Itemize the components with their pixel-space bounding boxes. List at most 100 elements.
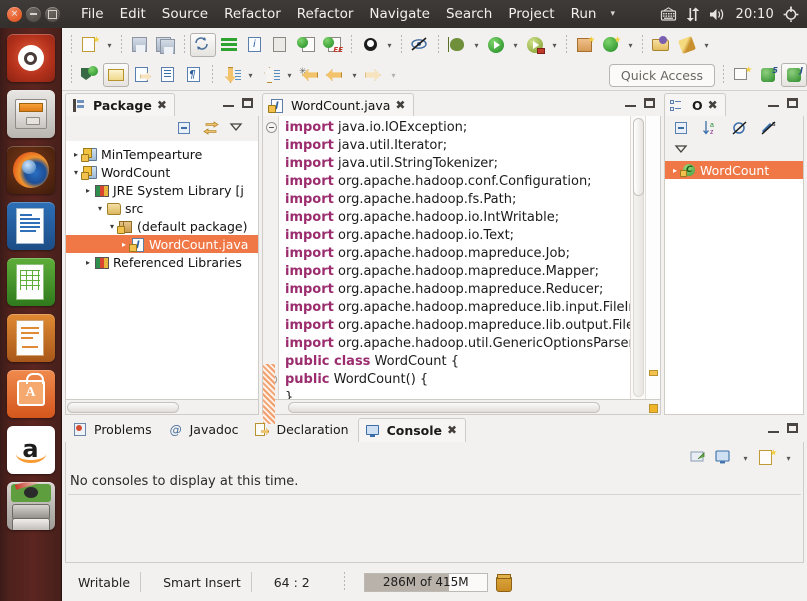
- scrollbar-thumb[interactable]: [288, 401, 600, 413]
- launcher-item-firefox[interactable]: [6, 146, 55, 194]
- maximize-icon[interactable]: [787, 97, 798, 108]
- collapse-all-icon[interactable]: [673, 120, 693, 138]
- run-icon[interactable]: [483, 33, 509, 57]
- editor-body[interactable]: import java.io.IOException; import java.…: [262, 116, 661, 424]
- fold-collapse-icon[interactable]: [266, 122, 277, 133]
- save-icon[interactable]: [127, 33, 153, 57]
- new-console-view-icon[interactable]: [757, 449, 777, 467]
- java-perspective-5-icon[interactable]: 5: [755, 63, 781, 87]
- open-declaration-icon[interactable]: [129, 63, 155, 87]
- next-annotation-icon[interactable]: [218, 63, 244, 87]
- chevron-down-icon[interactable]: ▾: [604, 7, 621, 21]
- tab-console[interactable]: Console ✖: [357, 418, 467, 442]
- expand-arrow-icon[interactable]: ▸: [82, 186, 94, 195]
- menu-navigate[interactable]: Navigate: [361, 4, 438, 24]
- scrollbar-thumb[interactable]: [633, 118, 644, 196]
- maximize-icon[interactable]: [644, 97, 655, 108]
- close-icon[interactable]: ✖: [157, 99, 167, 111]
- warning-marker[interactable]: [649, 404, 658, 413]
- menu-edit[interactable]: Edit: [112, 4, 154, 24]
- network-icon[interactable]: [686, 7, 700, 22]
- heap-status[interactable]: 286M of 415M: [363, 572, 488, 592]
- tree-item-wordcount[interactable]: ▾ WordCount: [66, 163, 258, 181]
- quick-access-label[interactable]: Quick Access: [608, 63, 715, 87]
- open-package-icon[interactable]: [648, 33, 674, 57]
- tab-outline[interactable]: O ✖: [664, 93, 726, 116]
- display-dropdown[interactable]: ▾: [739, 446, 752, 470]
- forward-icon[interactable]: [361, 63, 387, 87]
- run-config-icon[interactable]: [522, 33, 548, 57]
- quick-access[interactable]: Quick Access: [608, 63, 715, 87]
- new-class-dropdown[interactable]: ▾: [624, 33, 637, 57]
- open-console-icon[interactable]: [689, 449, 709, 467]
- package-explorer-tree[interactable]: ▸ MinTempearture ▾ WordCount ▸ JRE Syste…: [65, 141, 259, 400]
- new-wizard-dropdown[interactable]: ▾: [103, 33, 116, 57]
- new-console-dropdown[interactable]: ▾: [782, 446, 795, 470]
- menu-file[interactable]: File: [73, 4, 112, 24]
- link-with-editor-icon[interactable]: [202, 120, 222, 138]
- tree-item-referenced-libraries[interactable]: ▸ Referenced Libraries: [66, 253, 258, 271]
- save-all-icon[interactable]: [153, 33, 179, 57]
- tab-declaration[interactable]: Declaration: [247, 418, 357, 442]
- sort-icon[interactable]: az: [702, 120, 722, 138]
- clock[interactable]: 20:10: [736, 7, 774, 22]
- properties-icon[interactable]: [216, 33, 242, 57]
- editor-folding-ruler[interactable]: [263, 116, 279, 424]
- expand-arrow-icon[interactable]: ▾: [94, 204, 106, 213]
- launcher-item-libreoffice-calc[interactable]: [6, 258, 55, 306]
- tab-package-explorer[interactable]: Package ✖: [65, 93, 175, 116]
- view-menu-icon[interactable]: [673, 142, 693, 160]
- minimize-icon[interactable]: [223, 98, 234, 107]
- launcher-item-files[interactable]: [6, 90, 55, 138]
- menu-refactor-2[interactable]: Refactor: [289, 4, 362, 24]
- close-icon[interactable]: ✖: [708, 99, 718, 111]
- tab-problems[interactable]: Problems: [65, 418, 161, 442]
- run-config-dropdown[interactable]: ▾: [548, 33, 561, 57]
- new-class-icon[interactable]: [598, 33, 624, 57]
- display-selected-console-icon[interactable]: [714, 449, 734, 467]
- new-java-project-icon[interactable]: [572, 33, 598, 57]
- refresh-icon[interactable]: [190, 33, 216, 57]
- tree-item-default-package[interactable]: ▾ (default package): [66, 217, 258, 235]
- skip-breakpoints-icon[interactable]: i: [242, 33, 268, 57]
- unlink-icon[interactable]: [407, 33, 433, 57]
- keyboard-icon[interactable]: [660, 6, 677, 22]
- forward-dropdown[interactable]: ▾: [387, 63, 400, 87]
- run-dropdown[interactable]: ▾: [509, 33, 522, 57]
- tree-item-jre-system-library[interactable]: ▸ JRE System Library [j: [66, 181, 258, 199]
- launcher-item-libreoffice-writer[interactable]: [6, 202, 55, 250]
- close-icon[interactable]: ×: [7, 6, 22, 22]
- minimize-icon[interactable]: [768, 98, 779, 107]
- editor-hscrollbar[interactable]: [262, 400, 661, 415]
- pencil-icon[interactable]: [103, 63, 129, 87]
- maximize-icon[interactable]: [242, 97, 253, 108]
- menu-search[interactable]: Search: [438, 4, 500, 24]
- hide-fields-icon[interactable]: [731, 120, 751, 138]
- toggle-block-selection-icon[interactable]: [155, 63, 181, 87]
- last-edit-location-icon[interactable]: ✳: [296, 63, 322, 87]
- scrollbar-thumb[interactable]: [67, 401, 179, 413]
- launcher-item-ubuntu-dash[interactable]: [6, 34, 55, 82]
- console-body[interactable]: ▾ ▾ No consoles to display at this time.: [65, 442, 804, 563]
- next-annotation-dropdown[interactable]: ▾: [244, 63, 257, 87]
- search-dropdown[interactable]: ▾: [700, 33, 713, 57]
- minimize-icon[interactable]: [625, 98, 636, 107]
- new-wizard-icon[interactable]: [77, 33, 103, 57]
- tab-wordcount-java[interactable]: WordCount.java ✖: [262, 93, 415, 116]
- previous-annotation-dropdown[interactable]: ▾: [283, 63, 296, 87]
- volume-icon[interactable]: [709, 7, 727, 22]
- minimize-icon[interactable]: [26, 6, 41, 22]
- close-icon[interactable]: ✖: [395, 99, 405, 111]
- menu-refactor[interactable]: Refactor: [216, 4, 289, 24]
- tree-item-src[interactable]: ▾ src: [66, 199, 258, 217]
- trash-icon[interactable]: [495, 574, 512, 592]
- open-type-icon[interactable]: [357, 33, 383, 57]
- minimize-icon[interactable]: [768, 424, 779, 433]
- expand-arrow-icon[interactable]: ▸: [82, 258, 94, 267]
- previous-annotation-icon[interactable]: [257, 63, 283, 87]
- launcher-item-libreoffice-impress[interactable]: [6, 314, 55, 362]
- warning-marker[interactable]: [649, 370, 658, 376]
- toggle-mark-occurrences-icon[interactable]: [77, 63, 103, 87]
- open-perspective-icon[interactable]: [729, 63, 755, 87]
- maximize-icon[interactable]: [45, 6, 60, 22]
